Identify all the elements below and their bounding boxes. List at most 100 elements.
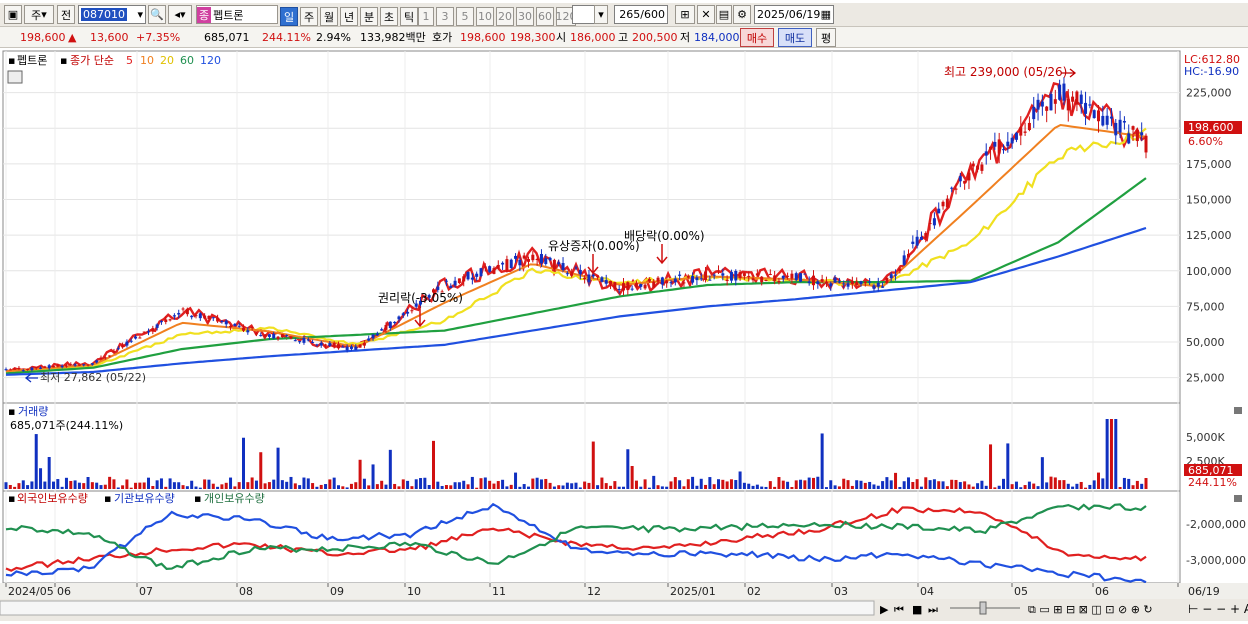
volume-bar <box>976 483 980 489</box>
eval-button[interactable]: 평 <box>816 28 836 47</box>
prev-label: 전 <box>60 8 72 22</box>
interval-5[interactable]: 5 <box>456 7 474 26</box>
tab-second[interactable]: 초 <box>380 7 398 26</box>
ma5-legend: 5 <box>126 54 133 67</box>
candle-body <box>190 315 194 318</box>
volume-bar <box>56 479 60 489</box>
institution-holding-legend[interactable]: 기관보유수량 <box>114 492 175 505</box>
volume-bar <box>147 477 150 489</box>
stop-icon[interactable]: ■ <box>912 603 922 616</box>
candle-body <box>95 360 99 363</box>
prev-button[interactable]: 전 <box>57 5 75 24</box>
scroll-last-icon[interactable]: ⏭ <box>928 603 938 616</box>
chart-area[interactable]: ▪ 펩트론 ▪ 종가 단순 5 10 20 60 120 LC:612.80 H… <box>0 49 1248 621</box>
candle-body <box>682 282 686 284</box>
interval-3[interactable]: 3 <box>436 7 454 26</box>
chevron-down-icon[interactable]: ▾ <box>594 5 608 24</box>
stock-tag[interactable]: 펩트론 <box>17 54 47 67</box>
volume-bar <box>311 483 315 489</box>
volume-bar <box>39 468 43 489</box>
tab-tick[interactable]: 틱 <box>400 7 418 26</box>
tab-year[interactable]: 년 <box>340 7 358 26</box>
stock-name-field[interactable]: 종 펩트론 <box>196 5 278 24</box>
gear-icon[interactable]: ⚙ <box>733 5 751 24</box>
horizontal-scrollbar[interactable] <box>0 600 875 616</box>
tools-icon[interactable]: ✕ <box>697 5 715 24</box>
volume-bar <box>280 480 284 489</box>
volume-bar <box>898 486 902 489</box>
ma120-legend: 120 <box>200 54 221 67</box>
stock-code-input[interactable]: 087010 ▾ <box>78 5 146 24</box>
volume-bar <box>285 481 289 489</box>
scroll-first-icon[interactable]: ⏮ <box>894 603 904 616</box>
candle-body <box>876 283 880 287</box>
candle-body <box>630 288 634 290</box>
chevron-down-icon: ▾ <box>137 8 143 21</box>
interval-60[interactable]: 60 <box>536 7 554 26</box>
candle-body <box>1045 106 1049 111</box>
sell-button[interactable]: 매도 <box>778 28 812 47</box>
volume-bar <box>466 484 470 489</box>
candle-body <box>142 331 146 333</box>
period-select[interactable]: 주 ▾ <box>24 5 54 24</box>
volume-bar <box>660 486 664 489</box>
volume-bar <box>21 480 25 489</box>
window-menu-icon[interactable]: ▣ <box>4 5 22 24</box>
interval-1[interactable]: 1 <box>418 7 434 26</box>
candle-body <box>958 176 962 182</box>
candle-body <box>108 355 112 357</box>
data-count-input[interactable]: 265/600 <box>614 5 668 24</box>
tab-month[interactable]: 월 <box>320 7 338 26</box>
candle-body <box>984 151 988 156</box>
candle-body <box>548 257 552 261</box>
candle-body <box>514 255 518 259</box>
sound-icon[interactable]: ◂▾ <box>168 5 192 24</box>
volume-bar <box>250 477 254 489</box>
interval-20[interactable]: 20 <box>496 7 514 26</box>
candle-body <box>1109 116 1113 119</box>
table-toggle-icon[interactable] <box>7 70 23 84</box>
volume-bar <box>103 484 107 489</box>
volume-bar <box>617 486 621 489</box>
save-icon[interactable]: ▤ <box>716 5 732 24</box>
interval-10[interactable]: 10 <box>476 7 494 26</box>
volume-bar <box>1140 483 1144 489</box>
tab-minute[interactable]: 분 <box>360 7 378 26</box>
foreign-holding-legend[interactable]: 외국인보유수량 <box>17 492 88 505</box>
volume-bar <box>1049 476 1053 489</box>
candle-body <box>1140 132 1144 136</box>
candle-body <box>449 285 453 288</box>
stock-chart[interactable]: ▪ 펩트론 ▪ 종가 단순 5 10 20 60 120 LC:612.80 H… <box>0 49 1248 621</box>
volume-bar <box>1062 480 1066 489</box>
zoom-controls[interactable]: ⊢ − − + A <box>1188 602 1248 616</box>
buy-button[interactable]: 매수 <box>740 28 774 47</box>
interval-30[interactable]: 30 <box>516 7 534 26</box>
individual-holding-legend[interactable]: 개인보유수량 <box>204 492 265 505</box>
candle-body <box>937 208 941 214</box>
candle-body <box>609 280 613 285</box>
tab-week[interactable]: 주 <box>300 7 318 26</box>
volume-close-icon[interactable] <box>1234 407 1242 414</box>
ma20-legend: 20 <box>160 54 174 67</box>
volume-bar <box>138 482 142 489</box>
scroll-right-icon[interactable]: ▶ <box>880 603 889 616</box>
volume-bar <box>721 479 725 489</box>
x-tick-label: 11 <box>492 585 506 598</box>
holding-close-icon[interactable] <box>1234 495 1242 502</box>
candle-body <box>410 310 414 312</box>
volume-title[interactable]: 거래량 <box>18 405 48 418</box>
volume-bar <box>950 479 954 489</box>
volume-bar <box>1084 487 1088 489</box>
candle-body <box>686 275 690 278</box>
date-input[interactable]: 2025/06/19 ▦ <box>754 5 834 24</box>
candle-body <box>639 284 643 287</box>
layout-icon[interactable]: ⧉ ▭ ⊞ ⊟ ⊠ ◫ ⊡ ⊘ ⊕ ↻ <box>1028 603 1153 616</box>
candle-body <box>842 283 846 285</box>
indicator-title[interactable]: 종가 단순 <box>70 54 114 67</box>
trade-amount: 133,982백만 <box>360 31 426 44</box>
volume-bar <box>729 479 733 489</box>
tab-day[interactable]: 일 <box>280 7 298 26</box>
search-icon[interactable]: 🔍 <box>148 5 166 24</box>
compare-icon[interactable]: ⊞ <box>675 5 695 24</box>
zoom-slider-handle[interactable] <box>979 601 987 615</box>
